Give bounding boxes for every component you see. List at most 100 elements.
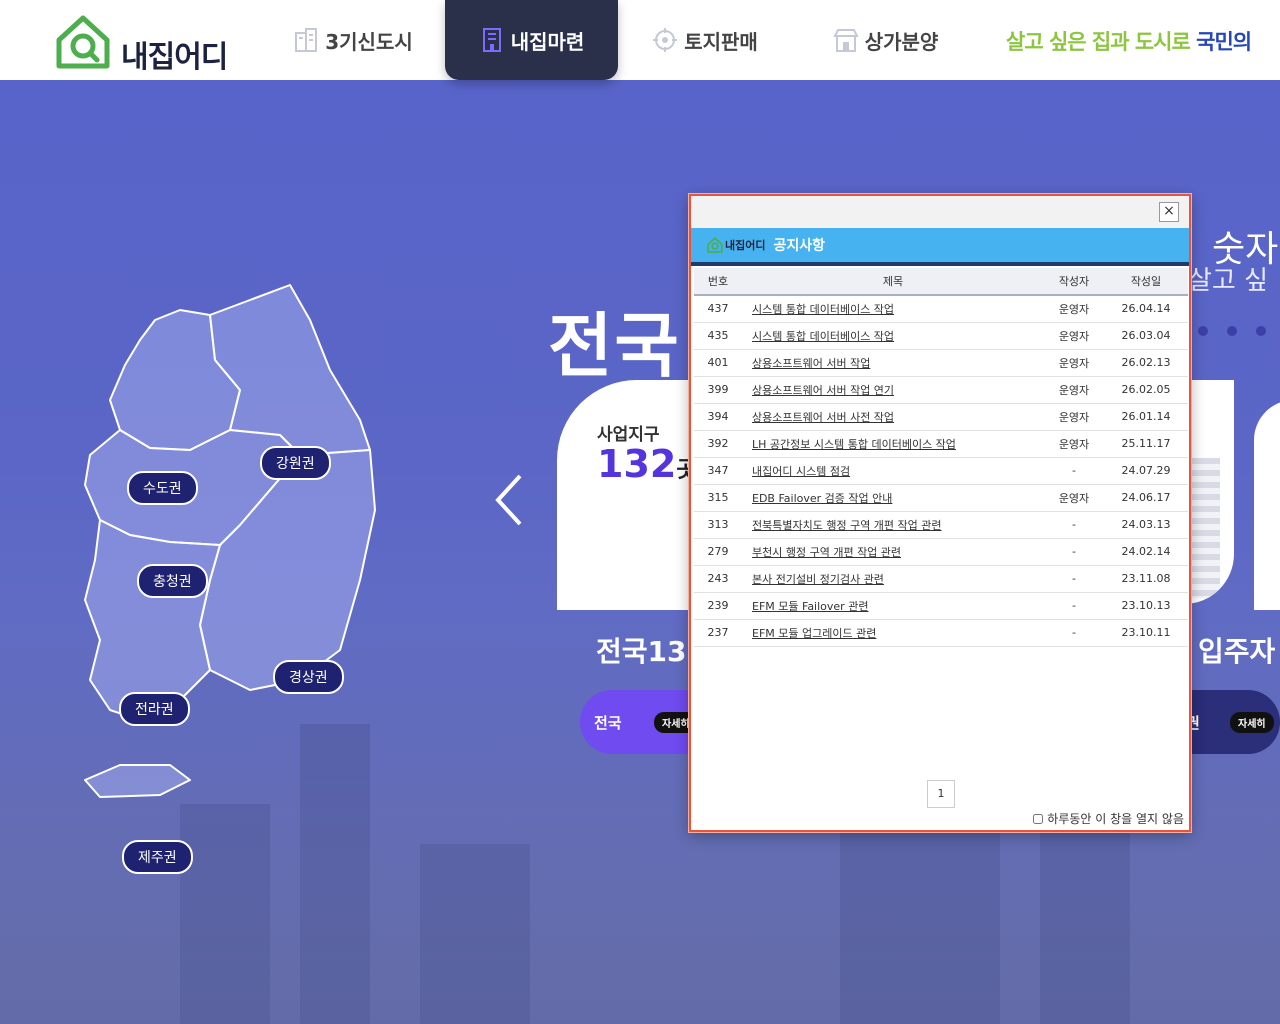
cell-number: 239 — [694, 592, 742, 620]
cell-title[interactable]: 시스템 통합 데이터베이스 작업 — [742, 295, 1044, 323]
nav-land-sale[interactable]: 토지판매 — [645, 0, 765, 80]
table-row[interactable]: 347 내집어디 시스템 점검 -24.07.29 — [694, 457, 1188, 485]
nav-store-sale[interactable]: 상가분양 — [823, 0, 948, 80]
cell-title[interactable]: 시스템 통합 데이터베이스 작업 — [742, 322, 1044, 350]
cell-title[interactable]: 상용소프트웨어 서버 사전 작업 — [742, 403, 1044, 431]
stat-card: 사업지구 132곳 — [557, 380, 697, 610]
nav-3rd-new-town[interactable]: 3기신도시 — [288, 0, 418, 80]
popup-logo: 내집어디 — [707, 237, 765, 253]
notice-title-link[interactable]: 시스템 통합 데이터베이스 작업 — [752, 330, 894, 343]
chevron-left-icon[interactable] — [492, 470, 526, 530]
cell-author: 운영자 — [1044, 484, 1104, 512]
cell-date: 24.02.14 — [1104, 538, 1188, 566]
close-button[interactable]: × — [1159, 202, 1179, 222]
table-row[interactable]: 313 전북특별자치도 행정 구역 개편 작업 관련 -24.03.13 — [694, 511, 1188, 539]
cell-title[interactable]: 부천시 행정 구역 개편 작업 관련 — [742, 538, 1044, 566]
map-region-jeolla — [84, 519, 221, 721]
stat-card-number: 132곳 — [597, 442, 697, 486]
cell-title[interactable]: EDB Failover 검증 작업 안내 — [742, 484, 1044, 512]
dont-show-label: 하루동안 이 창을 열지 않음 — [1047, 812, 1184, 826]
notice-title-link[interactable]: 상용소프트웨어 서버 작업 연기 — [752, 384, 894, 397]
korea-map-svg — [84, 284, 376, 798]
table-row[interactable]: 243 본사 전기설비 정기검사 관련 -23.11.08 — [694, 565, 1188, 593]
page-number[interactable]: 1 — [927, 780, 955, 808]
logo-text: 내집어디 — [121, 40, 228, 75]
cell-number: 347 — [694, 457, 742, 485]
table-row[interactable]: 394 상용소프트웨어 서버 사전 작업 운영자 26.01.14 — [694, 403, 1188, 431]
cell-number: 401 — [694, 349, 742, 377]
region-tag-gangwon[interactable]: 강원권 — [260, 446, 331, 480]
cell-date: 26.04.14 — [1104, 295, 1188, 323]
slider-dot[interactable] — [1227, 326, 1237, 336]
slogan-blue-text: 국민의 — [1196, 30, 1252, 54]
nav-label: 내집마련 — [510, 29, 585, 54]
cell-title[interactable]: LH 공간정보 시스템 통합 데이터베이스 작업 — [742, 430, 1044, 458]
notice-title-link[interactable]: 시스템 통합 데이터베이스 작업 — [752, 303, 894, 316]
cell-title[interactable]: 전북특별자치도 행정 구역 개편 작업 관련 — [742, 511, 1044, 539]
table-header-row: 번호 제목 작성자 작성일 — [694, 268, 1188, 296]
detail-button[interactable]: 자세히 — [1230, 712, 1274, 733]
notice-title-link[interactable]: 상용소프트웨어 서버 사전 작업 — [752, 411, 894, 424]
dont-show-today[interactable]: 하루동안 이 창을 열지 않음 — [1033, 810, 1184, 827]
cell-author: 운영자 — [1044, 349, 1104, 377]
cell-number: 399 — [694, 376, 742, 404]
region-tag-gyeongsang[interactable]: 경상권 — [273, 660, 344, 694]
notice-title-link[interactable]: 상용소프트웨어 서버 작업 — [752, 357, 870, 370]
notice-title-link[interactable]: EDB Failover 검증 작업 안내 — [752, 492, 892, 505]
notice-title-link[interactable]: LH 공간정보 시스템 통합 데이터베이스 작업 — [752, 438, 956, 451]
table-row[interactable]: 315 EDB Failover 검증 작업 안내 운영자 24.06.17 — [694, 484, 1188, 512]
map-region-jeju — [84, 764, 191, 798]
notice-title-link[interactable]: 전북특별자치도 행정 구역 개편 작업 관련 — [752, 519, 942, 532]
table-row[interactable]: 392 LH 공간정보 시스템 통합 데이터베이스 작업 운영자 25.11.17 — [694, 430, 1188, 458]
region-tag-jeolla[interactable]: 전라권 — [119, 692, 190, 726]
popup-title: 공지사항 — [773, 238, 826, 254]
top-header: 내집어디 3기신도시 내집마련 토지판매 상가분양 살고 싶은 집과 도시로 국… — [0, 0, 1280, 80]
table-row[interactable]: 401 상용소프트웨어 서버 작업 운영자 26.02.13 — [694, 349, 1188, 377]
cell-date: 26.03.04 — [1104, 322, 1188, 350]
table-row[interactable]: 279 부천시 행정 구역 개편 작업 관련 -24.02.14 — [694, 538, 1188, 566]
cell-title[interactable]: 내집어디 시스템 점검 — [742, 457, 1044, 485]
hero-right-subtitle: 살고 싶 — [1188, 266, 1269, 296]
notice-title-link[interactable]: EFM 모듈 업그레이드 관련 — [752, 627, 876, 640]
cell-title[interactable]: 본사 전기설비 정기검사 관련 — [742, 565, 1044, 593]
cell-author: - — [1044, 565, 1104, 593]
popup-divider — [691, 262, 1189, 266]
cell-date: 24.06.17 — [1104, 484, 1188, 512]
notice-popup: × 내집어디 공지사항 번호 제목 작성자 작성일 437 시스템 통합 데이터베… — [689, 194, 1191, 832]
table-row[interactable]: 237 EFM 모듈 업그레이드 관련 -23.10.11 — [694, 619, 1188, 647]
caption-left: 전국13 — [596, 635, 687, 668]
table-row[interactable]: 435 시스템 통합 데이터베이스 작업 운영자 26.03.04 — [694, 322, 1188, 350]
site-logo[interactable]: 내집어디 — [55, 14, 245, 75]
house-search-icon — [707, 237, 723, 253]
notice-title-link[interactable]: EFM 모듈 Failover 관련 — [752, 600, 868, 613]
dont-show-checkbox[interactable] — [1033, 813, 1044, 824]
table-row[interactable]: 437 시스템 통합 데이터베이스 작업 운영자 26.04.14 — [694, 295, 1188, 323]
slider-dot[interactable] — [1198, 326, 1208, 336]
slider-dot[interactable] — [1256, 326, 1266, 336]
table-row[interactable]: 399 상용소프트웨어 서버 작업 연기 운영자 26.02.05 — [694, 376, 1188, 404]
nav-my-home[interactable]: 내집마련 — [445, 0, 618, 80]
notice-title-link[interactable]: 내집어디 시스템 점검 — [752, 465, 850, 478]
region-tag-chungcheong[interactable]: 충청권 — [137, 564, 208, 598]
region-tag-sudogwon[interactable]: 수도권 — [127, 471, 198, 505]
cell-title[interactable]: 상용소프트웨어 서버 작업 연기 — [742, 376, 1044, 404]
cell-title[interactable]: EFM 모듈 업그레이드 관련 — [742, 619, 1044, 647]
region-pill-right[interactable]: 권 자세히 — [1180, 690, 1280, 754]
region-pill-national[interactable]: 전국 자세히 — [580, 690, 700, 754]
popup-brand: 내집어디 — [725, 239, 766, 252]
column-header: 작성자 — [1044, 268, 1104, 296]
house-search-icon — [56, 15, 110, 69]
cell-date: 26.02.13 — [1104, 349, 1188, 377]
cell-number: 279 — [694, 538, 742, 566]
notice-title-link[interactable]: 본사 전기설비 정기검사 관련 — [752, 573, 884, 586]
cell-title[interactable]: EFM 모듈 Failover 관련 — [742, 592, 1044, 620]
notice-title-link[interactable]: 부천시 행정 구역 개편 작업 관련 — [752, 546, 901, 559]
cell-number: 243 — [694, 565, 742, 593]
region-tag-jeju[interactable]: 제주권 — [122, 840, 193, 874]
cell-number: 313 — [694, 511, 742, 539]
cell-title[interactable]: 상용소프트웨어 서버 작업 — [742, 349, 1044, 377]
cell-number: 237 — [694, 619, 742, 647]
table-row[interactable]: 239 EFM 모듈 Failover 관련 -23.10.13 — [694, 592, 1188, 620]
hero-title: 전국 — [548, 305, 681, 387]
cell-date: 25.11.17 — [1104, 430, 1188, 458]
